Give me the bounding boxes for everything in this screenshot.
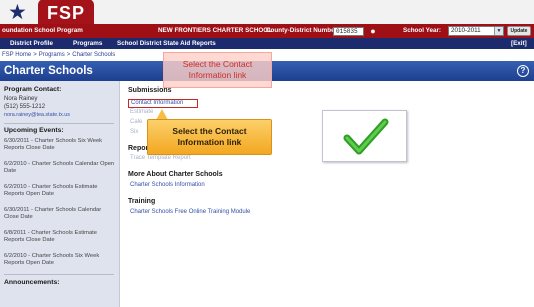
district-label: County-District Number: bbox=[266, 27, 340, 34]
instruction-callout: Select the Contact Information link bbox=[147, 119, 272, 155]
main-nav: District Profile Programs School Distric… bbox=[0, 38, 534, 49]
event-item: 6/8/2011 - Charter Schools Estimate Repo… bbox=[4, 230, 98, 243]
reports-heading: Repor bbox=[128, 145, 149, 152]
sidebar-divider bbox=[4, 274, 114, 275]
event-item: 6/30/2011 - Charter Schools Six Week Rep… bbox=[4, 138, 103, 151]
year-label: School Year: bbox=[403, 27, 442, 34]
district-number-field[interactable]: 015835 bbox=[333, 27, 364, 36]
training-module-link[interactable]: Charter Schools Free Online Training Mod… bbox=[130, 209, 250, 215]
chevron-down-icon: ▼ bbox=[494, 27, 503, 35]
charter-schools-information-link[interactable]: Charter Schools Information bbox=[130, 182, 205, 188]
logo-text: FSP bbox=[38, 0, 95, 25]
event-item: 6/2/2010 - Charter Schools Calendar Open… bbox=[4, 161, 115, 174]
estimate-link[interactable]: Estimate bbox=[130, 109, 153, 115]
six-week-link[interactable]: Six bbox=[130, 129, 138, 135]
fsp-logo[interactable]: ★ FSP bbox=[2, 0, 112, 25]
contact-information-link[interactable]: Contact Information bbox=[128, 99, 198, 108]
event-item: 6/30/2011 - Charter Schools Calendar Clo… bbox=[4, 207, 102, 220]
help-icon[interactable]: ? bbox=[517, 65, 529, 77]
exit-link[interactable]: [Exit] bbox=[511, 38, 527, 49]
nav-item-programs[interactable]: Programs bbox=[73, 38, 102, 49]
more-about-heading: More About Charter Schools bbox=[128, 171, 223, 178]
sidebar-divider bbox=[4, 123, 114, 124]
trace-report-link[interactable]: Trace Template Report bbox=[130, 155, 191, 161]
program-label: oundation School Program bbox=[2, 27, 83, 34]
page-title: Charter Schools bbox=[4, 65, 93, 77]
nav-item-state-aid-reports[interactable]: School District State Aid Reports bbox=[117, 38, 216, 49]
breadcrumb-charter-schools: Charter Schools bbox=[72, 52, 116, 58]
training-heading: Training bbox=[128, 198, 156, 205]
contact-email-link[interactable]: nora.rainey@tea.state.tx.us bbox=[4, 112, 70, 118]
school-year-value: 2010-2011 bbox=[451, 27, 481, 34]
event-item: 6/2/2010 - Charter Schools Six Week Repo… bbox=[4, 253, 100, 266]
school-year-select[interactable]: 2010-2011 ▼ bbox=[448, 26, 504, 36]
breadcrumb: FSP Home > Programs > Charter Schools bbox=[2, 52, 115, 58]
event-item: 6/2/2010 - Charter Schools Estimate Repo… bbox=[4, 184, 98, 197]
success-checkmark-panel bbox=[322, 110, 407, 162]
calendar-link[interactable]: Cale bbox=[130, 119, 142, 125]
search-icon[interactable]: ● bbox=[367, 25, 379, 37]
update-button[interactable]: Update bbox=[507, 26, 531, 36]
announcements-heading: Announcements: bbox=[4, 279, 60, 286]
school-info-bar: oundation School Program NEW FRONTIERS C… bbox=[0, 24, 534, 38]
nav-item-district-profile[interactable]: District Profile bbox=[10, 38, 53, 49]
breadcrumb-separator: > bbox=[33, 52, 37, 58]
checkmark-icon bbox=[343, 118, 389, 155]
upcoming-events-heading: Upcoming Events: bbox=[4, 127, 64, 134]
program-contact-heading: Program Contact: bbox=[4, 86, 62, 93]
contact-phone: (512) 555-1212 bbox=[4, 104, 46, 110]
contact-name: Nora Rainey bbox=[4, 96, 38, 102]
top-header: ★ FSP oundation School Program NEW FRONT… bbox=[0, 0, 534, 42]
school-name: NEW FRONTIERS CHARTER SCHOOL bbox=[158, 27, 273, 34]
breadcrumb-fsp-home[interactable]: FSP Home bbox=[2, 52, 31, 58]
breadcrumb-programs[interactable]: Programs bbox=[39, 52, 65, 58]
instruction-banner: Select the Contact Information link bbox=[163, 52, 272, 88]
submissions-heading: Submissions bbox=[128, 87, 172, 94]
instruction-banner-text: Select the Contact Information link bbox=[182, 59, 253, 80]
star-icon: ★ bbox=[8, 1, 27, 24]
instruction-callout-text: Select the Contact Information link bbox=[172, 126, 247, 147]
sidebar: Program Contact: Nora Rainey (512) 555-1… bbox=[0, 81, 120, 307]
